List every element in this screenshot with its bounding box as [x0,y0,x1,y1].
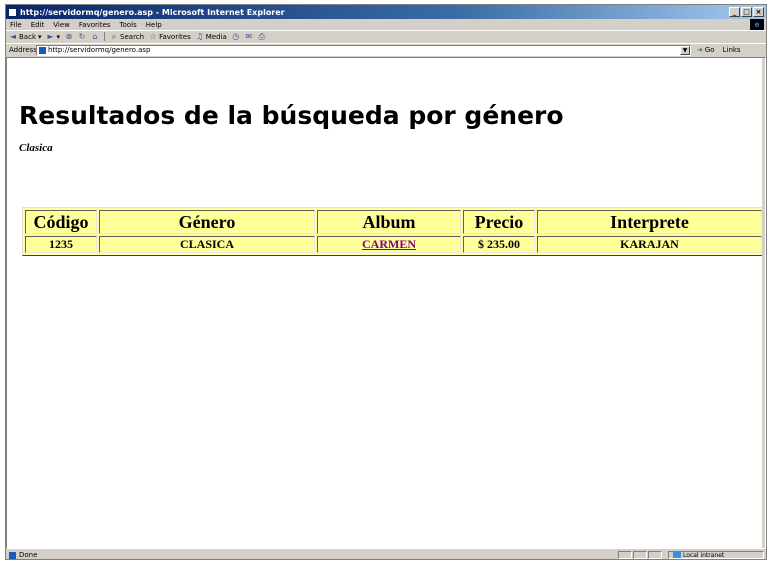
back-arrow-icon: ◄ [9,31,17,41]
menu-favorites[interactable]: Favorites [79,21,111,29]
forward-dropdown-icon[interactable]: ▾ [57,33,61,41]
media-label: Media [205,32,227,41]
page-icon [39,46,46,54]
menu-bar: File Edit View Favorites Tools Help [6,19,766,30]
media-button[interactable]: ♫ Media [196,31,227,41]
favorites-button[interactable]: ☆ Favorites [149,31,191,41]
address-label: Address [9,46,37,54]
search-label: Search [120,32,145,41]
go-arrow-icon: ➔ [697,46,703,54]
table-header-row: Código Género Album Precio Interprete [25,210,762,234]
ie-page-icon [8,7,17,17]
menu-edit[interactable]: Edit [31,21,45,29]
print-icon[interactable]: ⎙ [258,32,266,41]
intranet-zone-icon [673,552,681,558]
mail-icon[interactable]: ✉ [245,32,253,41]
genre-subtitle: Clasica [19,142,53,154]
status-pane [648,551,662,559]
results-table: Código Género Album Precio Interprete 12… [22,207,765,256]
status-bar: Done Local intranet [6,550,766,559]
address-dropdown-icon[interactable]: ▼ [680,45,690,55]
status-pane [618,551,632,559]
maximize-button[interactable]: □ [741,7,752,17]
stop-icon[interactable]: ⊗ [65,32,73,41]
address-bar: Address http://servidormq/genero.asp ▼ ➔… [6,43,766,56]
table-row: 1235 CLASICA CARMEN $ 235.00 KARAJAN [25,236,762,253]
close-button[interactable]: × [753,7,764,17]
status-text: Done [19,551,38,559]
col-album: Album [317,210,461,234]
col-genero: Género [99,210,315,234]
forward-arrow-icon: ► [47,31,54,41]
back-label: Back [19,32,36,41]
history-icon[interactable]: ◷ [232,32,240,41]
address-input[interactable]: http://servidormq/genero.asp ▼ [36,44,691,56]
minimize-button[interactable]: _ [729,7,740,17]
search-icon: ⌕ [111,31,117,41]
col-codigo: Código [25,210,97,234]
back-button[interactable]: ◄ Back ▾ [9,31,42,41]
menu-file[interactable]: File [10,21,22,29]
ie-logo-icon: e [750,19,764,30]
browser-window: http://servidormq/genero.asp - Microsoft… [5,4,767,560]
address-url: http://servidormq/genero.asp [48,46,151,54]
status-pane [633,551,647,559]
col-interprete: Interprete [537,210,762,234]
menu-view[interactable]: View [53,21,70,29]
cell-codigo: 1235 [25,236,97,253]
title-bar: http://servidormq/genero.asp - Microsoft… [6,5,766,19]
refresh-icon[interactable]: ↻ [78,32,86,41]
cell-album: CARMEN [317,236,461,253]
window-title: http://servidormq/genero.asp - Microsoft… [20,7,285,17]
home-icon[interactable]: ⌂ [91,32,99,41]
security-zone: Local intranet [668,551,764,559]
links-button[interactable]: Links [723,46,741,54]
page-title: Resultados de la búsqueda por género [19,101,564,130]
toolbar-separator [104,32,106,41]
vertical-scrollbar[interactable] [762,58,765,548]
col-precio: Precio [463,210,535,234]
cell-interprete: KARAJAN [537,236,762,253]
media-icon: ♫ [196,31,204,41]
favorites-label: Favorites [159,32,191,41]
zone-label: Local intranet [683,551,725,559]
go-label: Go [704,46,715,54]
forward-button[interactable]: ► ▾ [47,31,61,41]
go-button[interactable]: ➔ Go [697,46,715,54]
search-button[interactable]: ⌕ Search [110,31,145,41]
album-link[interactable]: CARMEN [362,237,416,251]
favorites-star-icon: ☆ [149,31,157,41]
menu-help[interactable]: Help [146,21,162,29]
page-content: Resultados de la búsqueda por género Cla… [6,57,766,549]
menu-tools[interactable]: Tools [120,21,137,29]
cell-genero: CLASICA [99,236,315,253]
done-page-icon [9,551,16,559]
status-panes [618,551,663,559]
window-controls: _ □ × [729,7,764,17]
cell-precio: $ 235.00 [463,236,535,253]
standard-toolbar: ◄ Back ▾ ► ▾ ⊗ ↻ ⌂ ⌕ Search ☆ Favorites … [6,30,766,42]
back-dropdown-icon[interactable]: ▾ [38,33,42,41]
